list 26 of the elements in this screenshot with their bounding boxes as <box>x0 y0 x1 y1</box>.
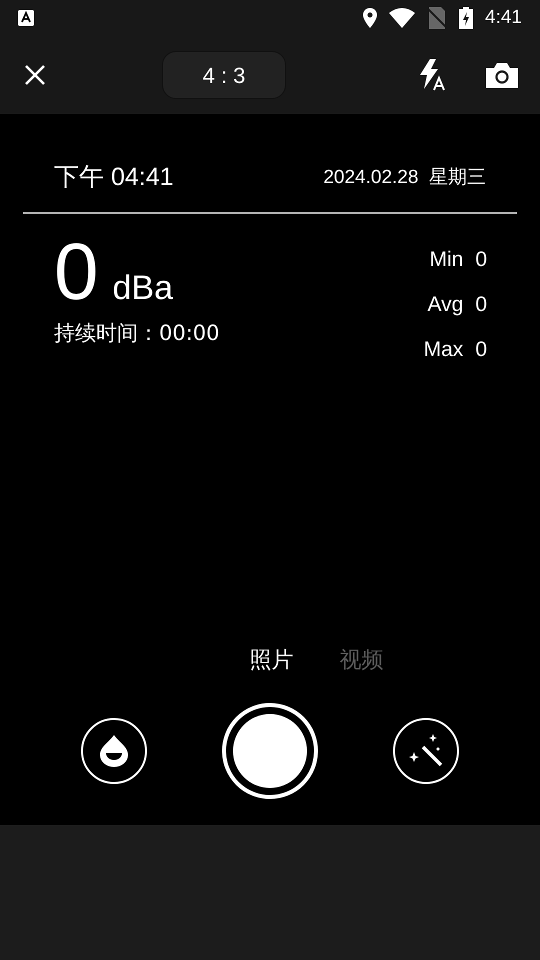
stat-value: 0 <box>475 292 487 318</box>
overlay-time: 下午 04:41 <box>54 162 174 194</box>
shutter-button[interactable] <box>222 703 318 799</box>
duration-text: 持续时间：00:00 <box>54 320 220 347</box>
switch-camera-icon[interactable] <box>486 62 518 88</box>
magic-wand-icon <box>409 734 443 768</box>
font-app-icon <box>18 10 34 26</box>
stat-label: Min <box>429 247 464 273</box>
stat-value: 0 <box>475 247 487 273</box>
stat-label: Max <box>424 337 464 363</box>
stat-value: 0 <box>475 337 487 363</box>
aspect-ratio-button[interactable]: 4 : 3 <box>162 51 286 99</box>
stat-label: Avg <box>428 292 464 318</box>
wifi-icon <box>389 8 416 28</box>
no-sim-icon <box>427 7 448 29</box>
magic-wand-button[interactable] <box>393 718 459 784</box>
overlay-date: 2024.02.28 星期三 <box>323 166 486 190</box>
sound-level-reading: 0 <box>54 230 98 314</box>
flash-auto-icon[interactable] <box>420 59 448 91</box>
location-icon <box>363 8 378 28</box>
battery-charging-icon <box>459 7 474 29</box>
filter-button[interactable] <box>81 718 147 784</box>
drop-icon <box>100 735 128 767</box>
sound-unit: dBa <box>112 268 173 309</box>
mode-tab[interactable]: 照片 <box>250 644 294 677</box>
status-time: 4:41 <box>485 6 522 30</box>
